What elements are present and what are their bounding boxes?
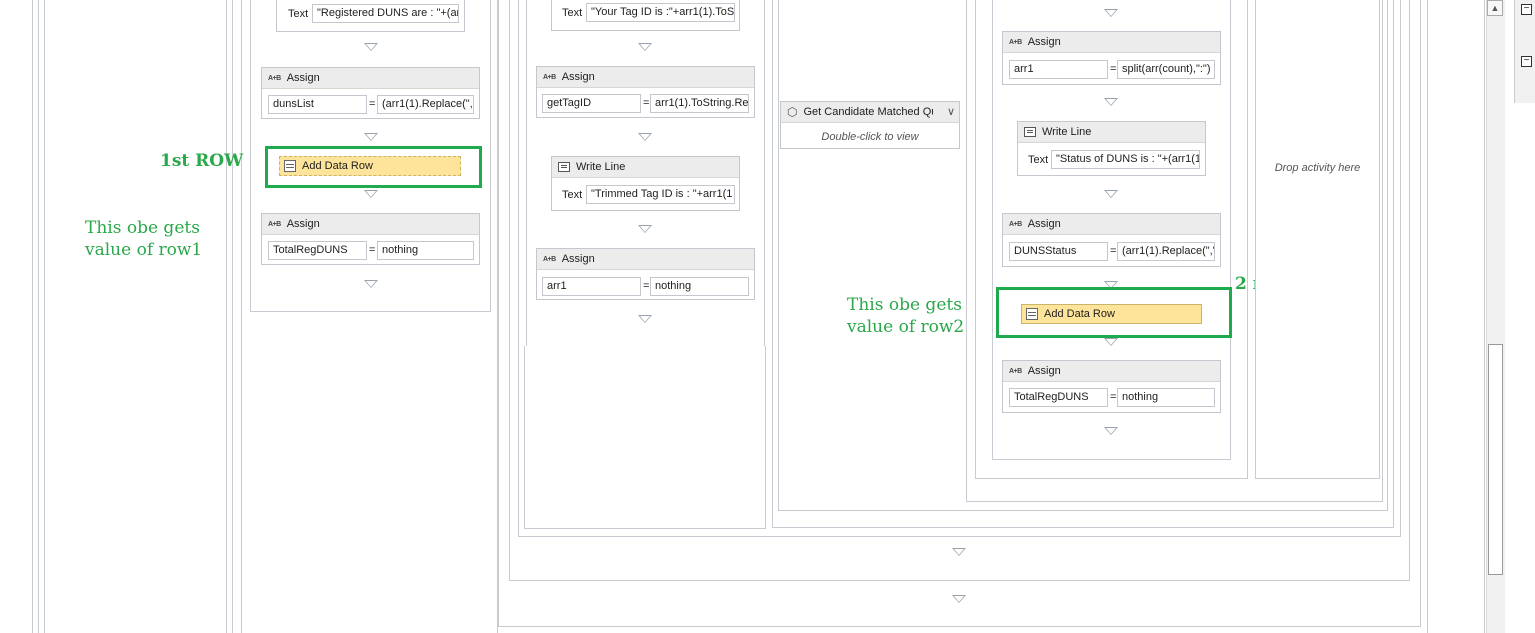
text-label: Text xyxy=(288,8,309,20)
assign-icon: A+B xyxy=(543,73,556,81)
row1-label: 1st ROW xyxy=(160,151,244,171)
activity-title: Assign xyxy=(1027,365,1061,377)
scrollbar-thumb[interactable] xyxy=(1488,344,1503,575)
write-line-icon xyxy=(558,162,570,172)
assign-value-field[interactable]: (arr1(1).Replace(","," xyxy=(377,95,474,114)
equals-sign: = xyxy=(1110,63,1117,75)
row1-highlight xyxy=(265,146,482,188)
assign-activity[interactable]: A+B Assign arr1 = split(arr(count),":") xyxy=(1002,31,1221,85)
container-border xyxy=(32,0,33,633)
container-border xyxy=(38,0,39,633)
text-label: Text xyxy=(1028,154,1049,166)
assign-activity[interactable]: A+B Assign dunsList = (arr1(1).Replace(",… xyxy=(261,67,480,119)
write-line-activity[interactable]: Text "Your Tag ID is :"+arr1(1).ToSt xyxy=(551,0,740,31)
text-field[interactable]: "Status of DUNS is : "+(arr1(1 xyxy=(1051,150,1200,169)
assign-to-field[interactable]: DUNSStatus xyxy=(1009,242,1108,261)
expand-chevron-icon[interactable]: ∨ xyxy=(947,105,955,118)
write-line-icon xyxy=(1024,127,1036,137)
equals-sign: = xyxy=(643,280,650,292)
assign-value-field[interactable]: nothing xyxy=(377,241,474,260)
activity-title: Assign xyxy=(286,72,320,84)
collapse-button[interactable]: − xyxy=(1521,4,1532,15)
equals-sign: = xyxy=(369,98,376,110)
assign-to-field[interactable]: TotalRegDUNS xyxy=(1009,388,1108,407)
assign-activity[interactable]: A+B Assign DUNSStatus = (arr1(1).Replace(… xyxy=(1002,213,1221,267)
assign-to-field[interactable]: arr1 xyxy=(1009,60,1108,79)
row2-note: This obe gets value of row2 xyxy=(847,294,964,338)
text-label: Text xyxy=(562,189,583,201)
row1-note: This obe gets value of row1 xyxy=(85,217,202,261)
equals-sign: = xyxy=(369,244,376,256)
write-line-activity[interactable]: Write Line Text "Trimmed Tag ID is : "+a… xyxy=(551,156,740,211)
container-border xyxy=(232,0,233,633)
assign-value-field[interactable]: nothing xyxy=(1117,388,1215,407)
assign-icon: A+B xyxy=(268,74,281,82)
assign-activity[interactable]: A+B Assign TotalRegDUNS = nothing xyxy=(261,213,480,265)
activity-title: Assign xyxy=(561,71,595,83)
text-label: Text xyxy=(562,7,583,19)
write-line-activity[interactable]: Write Line Text "Status of DUNS is : "+(… xyxy=(1017,121,1206,176)
assign-activity[interactable]: A+B Assign TotalRegDUNS = nothing xyxy=(1002,360,1221,413)
text-field[interactable]: "Trimmed Tag ID is : "+arr1(1 xyxy=(586,185,735,204)
activity-title: Write Line xyxy=(1042,126,1092,138)
double-click-hint: Double-click to view xyxy=(821,131,919,143)
note-line: value of row2 xyxy=(847,317,965,337)
write-line-activity[interactable]: Text "Registered DUNS are : "+(arr xyxy=(276,0,465,32)
assign-value-field[interactable]: (arr1(1).Replace(",", xyxy=(1117,242,1215,261)
invoke-workflow-activity[interactable]: ⬡ Get Candidate Matched Qu ∨ Double-clic… xyxy=(780,101,960,149)
activity-title: Assign xyxy=(286,218,320,230)
assign-icon: A+B xyxy=(1009,38,1022,46)
equals-sign: = xyxy=(643,97,650,109)
assign-to-field[interactable]: getTagID xyxy=(542,94,641,113)
assign-activity[interactable]: A+B Assign getTagID = arr1(1).ToString.Re… xyxy=(536,66,755,118)
text-field[interactable]: "Registered DUNS are : "+(arr xyxy=(312,4,459,23)
invoke-workflow-icon: ⬡ xyxy=(787,105,798,119)
assign-icon: A+B xyxy=(1009,220,1022,228)
assign-icon: A+B xyxy=(543,255,556,263)
note-line: This obe gets xyxy=(85,218,200,238)
assign-activity[interactable]: A+B Assign arr1 = nothing xyxy=(536,248,755,300)
assign-icon: A+B xyxy=(1009,367,1022,375)
activity-title: Write Line xyxy=(576,161,626,173)
activity-title: Get Candidate Matched Qu xyxy=(803,106,934,118)
note-line: This obe gets xyxy=(847,295,962,315)
assign-value-field[interactable]: arr1(1).ToString.Rep xyxy=(650,94,749,113)
activity-title: Assign xyxy=(561,253,595,265)
drop-activity-hint: Drop activity here xyxy=(1274,162,1361,174)
container-border xyxy=(241,0,242,633)
container-border xyxy=(1484,0,1485,633)
equals-sign: = xyxy=(1110,391,1117,403)
activity-title: Assign xyxy=(1027,218,1061,230)
assign-value-field[interactable]: nothing xyxy=(650,277,749,296)
assign-value-field[interactable]: split(arr(count),":") xyxy=(1117,60,1215,79)
container-border xyxy=(44,0,45,633)
sequence-col5 xyxy=(1255,0,1380,479)
assign-to-field[interactable]: arr1 xyxy=(542,277,641,296)
assign-to-field[interactable]: TotalRegDUNS xyxy=(268,241,367,260)
assign-to-field[interactable]: dunsList xyxy=(268,95,367,114)
collapse-button[interactable]: − xyxy=(1521,56,1532,67)
equals-sign: = xyxy=(1110,245,1117,257)
container-border xyxy=(226,0,227,633)
sequence-col2-outer xyxy=(524,346,766,529)
row2-highlight xyxy=(996,287,1232,338)
note-line: value of row1 xyxy=(85,240,203,260)
assign-icon: A+B xyxy=(268,220,281,228)
side-panel xyxy=(1514,0,1535,103)
activity-title: Assign xyxy=(1027,36,1061,48)
scroll-up-arrow-icon[interactable]: ▲ xyxy=(1487,0,1503,16)
container-border xyxy=(1427,0,1428,633)
text-field[interactable]: "Your Tag ID is :"+arr1(1).ToSt xyxy=(586,3,735,22)
